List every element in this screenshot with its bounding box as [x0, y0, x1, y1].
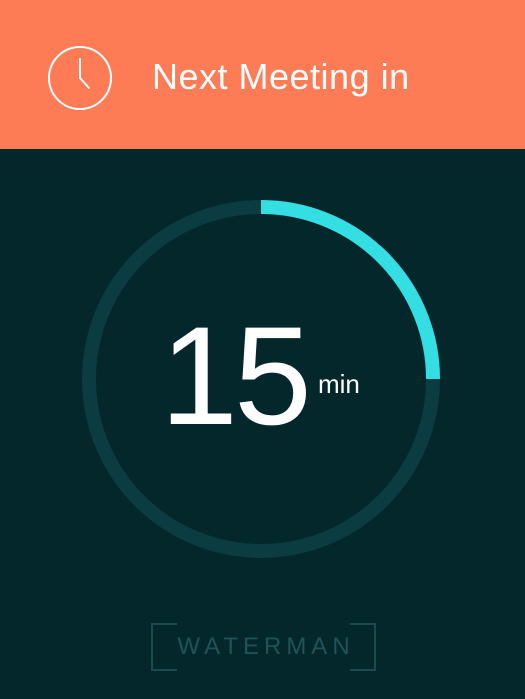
brand-logo: WATERMAN — [151, 623, 376, 671]
brand-name: WATERMAN — [177, 633, 355, 660]
clock-icon — [47, 45, 113, 111]
countdown-unit: min — [318, 369, 360, 399]
header-title: Next Meeting in — [152, 56, 410, 97]
meeting-countdown-screen: Next Meeting in 15 min WATERMAN — [0, 0, 525, 699]
countdown-value: 15 — [160, 297, 312, 454]
header-bar: Next Meeting in — [0, 0, 525, 149]
